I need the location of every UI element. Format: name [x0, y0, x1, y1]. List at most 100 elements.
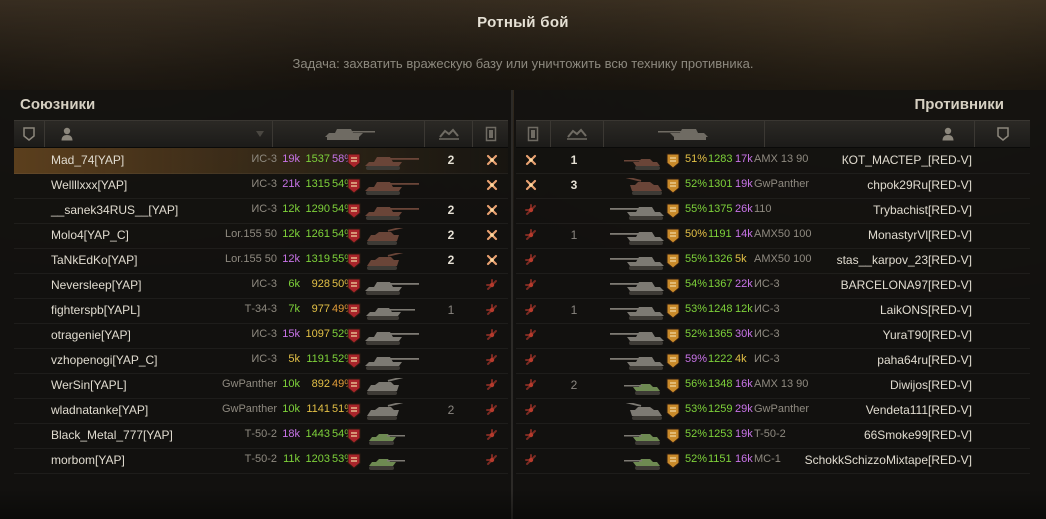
- enemies-column-header: [516, 120, 1030, 148]
- wn8-rating: 1259: [708, 403, 733, 415]
- player-icon: [942, 127, 954, 141]
- sort-squad-button-enemy[interactable]: [516, 121, 551, 147]
- ally-row[interactable]: WerSin[YAPL] GwPanther 10k 892 49%: [14, 373, 508, 399]
- alive-status-icon: [485, 353, 499, 367]
- alive-status-icon: [524, 378, 538, 392]
- vehicle-name: ИС-3: [251, 178, 277, 190]
- enemy-row[interactable]: 1 53% 1248 12k ИС-3 LaikONS[RED-V]: [516, 298, 1030, 324]
- clan-badge-icon: [666, 228, 680, 244]
- battles-count: 7k: [288, 303, 300, 315]
- enemy-row[interactable]: 52% 1253 19k T-50-2 66Smoke99[RED-V]: [516, 423, 1030, 449]
- wn8-rating: 1191: [306, 353, 330, 365]
- alive-status-icon: [485, 403, 499, 417]
- win-rate: 53%: [685, 403, 708, 415]
- enemy-row[interactable]: 55% 1375 26k 110 Trybachist[RED-V]: [516, 198, 1030, 224]
- enemy-row[interactable]: 2 56% 1348 16k AMX 13 90 Diwijos[RED-V]: [516, 373, 1030, 399]
- clan-badge-icon: [347, 278, 361, 294]
- spg-tank-icon: [608, 400, 668, 422]
- ally-row[interactable]: wladnatanke[YAP] GwPanther 10k 1141 51% 2: [14, 398, 508, 424]
- enemy-row[interactable]: 52% 1151 16k МС-1 SchokkSchizzoMixtape[RED-V…: [516, 448, 1030, 474]
- player-icon: [61, 127, 73, 141]
- medium-tank-icon: [361, 303, 421, 322]
- sort-vehicle-button[interactable]: [274, 121, 425, 147]
- ally-row[interactable]: morbom[YAP] Т-50-2 11k 1203 53%: [14, 448, 508, 474]
- battles-count: 12k: [282, 228, 300, 240]
- ally-row[interactable]: fighterspb[YAPL] Т-34-3 7k 977 49% 1: [14, 298, 508, 324]
- enemy-row[interactable]: 3 52% 1301 19k GwPanther chpok29Ru[RED-V]: [516, 173, 1030, 199]
- vehicle-name: GwPanther: [221, 403, 277, 415]
- light-tank-icon: [608, 428, 668, 447]
- ally-row[interactable]: otragenie[YAP] ИС-3 15k 1097 52%: [14, 323, 508, 349]
- frags-icon: [567, 128, 587, 140]
- light-tank-icon: [361, 453, 421, 472]
- vehicle-name: GwPanther: [754, 178, 810, 190]
- ally-row[interactable]: Black_Metal_777[YAP] Т-50-2 18k 1443 54%: [14, 423, 508, 449]
- clan-badge-icon: [666, 378, 680, 394]
- player-name: Wellllxxx[YAP]: [51, 178, 128, 192]
- frags-count: 2: [447, 253, 455, 267]
- wn8-rating: 1097: [305, 328, 330, 340]
- alive-status-icon: [485, 303, 499, 317]
- allies-title: Союзники: [20, 96, 96, 113]
- team-divider: [511, 90, 513, 519]
- wn8-rating: 1348: [708, 378, 733, 390]
- enemy-row[interactable]: 59% 1222 4k ИС-3 paha64ru[RED-V]: [516, 348, 1030, 374]
- enemy-row[interactable]: 52% 1365 30k ИС-3 YuraT90[RED-V]: [516, 323, 1030, 349]
- enemy-row[interactable]: 54% 1367 22k ИС-3 BARCELONA97[RED-V]: [516, 273, 1030, 299]
- frags-count: 1: [447, 303, 455, 317]
- heavy-tank-icon: [361, 278, 421, 297]
- clan-badge-icon: [347, 178, 361, 194]
- player-name: BARCELONA97[RED-V]: [840, 278, 972, 292]
- destroyed-status-icon: [524, 178, 538, 192]
- battles-count: 19k: [735, 428, 753, 440]
- clan-badge-icon: [666, 328, 680, 344]
- spg-tank-icon: [361, 225, 421, 247]
- enemy-row[interactable]: 1 50% 1191 14k AMX50 100 MonastyrVl[RED-V]: [516, 223, 1030, 249]
- heavy-tank-icon: [608, 253, 668, 272]
- light-tank-icon: [608, 153, 668, 172]
- sort-status-button[interactable]: [14, 121, 45, 147]
- sort-player-button-enemy[interactable]: [765, 121, 975, 147]
- ally-row[interactable]: Mad_74[YAP] ИС-3 19k 1537 58% 2: [14, 148, 508, 174]
- player-name: Diwijos[RED-V]: [889, 378, 972, 392]
- frags-count: 2: [447, 228, 455, 242]
- ally-row[interactable]: Wellllxxx[YAP] ИС-3 21k 1315 54%: [14, 173, 508, 199]
- vehicle-name: Т-50-2: [244, 453, 277, 465]
- light-tank-icon: [361, 428, 421, 447]
- sort-status-button-enemy[interactable]: [976, 121, 1030, 147]
- player-name: __sanek34RUS__[YAP]: [51, 203, 179, 217]
- sort-squad-button[interactable]: [473, 121, 508, 147]
- ally-row[interactable]: TaNkEdKo[YAP] Lor.155 50 12k 1319 55% 2: [14, 248, 508, 274]
- sort-frags-button-enemy[interactable]: [551, 121, 604, 147]
- sort-player-button[interactable]: [45, 121, 273, 147]
- clan-badge-icon: [347, 378, 361, 394]
- clan-badge-icon: [666, 253, 680, 269]
- player-name: fighterspb[YAPL]: [51, 303, 141, 317]
- alive-status-icon: [524, 303, 538, 317]
- enemies-title: Противники: [914, 96, 1004, 113]
- enemy-row[interactable]: 55% 1326 5k AMX50 100 stas__karpov_23[RED-V]: [516, 248, 1030, 274]
- clan-badge-icon: [347, 303, 361, 319]
- win-rate: 52%: [685, 453, 708, 465]
- sort-vehicle-button-enemy[interactable]: [604, 121, 765, 147]
- sort-frags-button[interactable]: [425, 121, 473, 147]
- vehicle-name: Lor.155 50: [225, 253, 277, 265]
- heavy-tank-icon: [361, 328, 421, 347]
- ally-row[interactable]: __sanek34RUS__[YAP] ИС-3 12k 1290 54% 2: [14, 198, 508, 224]
- heavy-tank-icon: [608, 328, 668, 347]
- spg-tank-icon: [361, 400, 421, 422]
- win-rate: 52%: [685, 428, 708, 440]
- enemy-row[interactable]: 1 51% 1283 17k AMX 13 90 КОТ_МАСТЕР_[RED-V]: [516, 148, 1030, 174]
- enemy-row[interactable]: 53% 1259 29k GwPanther Vendeta111[RED-V]: [516, 398, 1030, 424]
- battles-count: 5k: [735, 253, 747, 265]
- alive-status-icon: [485, 428, 499, 442]
- vehicle-name: AMX50 100: [754, 253, 812, 265]
- ally-row[interactable]: vzhopenogi[YAP_C] ИС-3 5k 1191 52%: [14, 348, 508, 374]
- ally-row[interactable]: Molo4[YAP_C] Lor.155 50 12k 1261 54% 2: [14, 223, 508, 249]
- clan-badge-icon: [347, 428, 361, 444]
- light-tank-icon: [608, 453, 668, 472]
- ally-row[interactable]: Neversleep[YAP] ИС-3 6k 928 50%: [14, 273, 508, 299]
- allies-column-header: [14, 120, 508, 148]
- alive-status-icon: [485, 453, 499, 467]
- battles-count: 4k: [735, 353, 747, 365]
